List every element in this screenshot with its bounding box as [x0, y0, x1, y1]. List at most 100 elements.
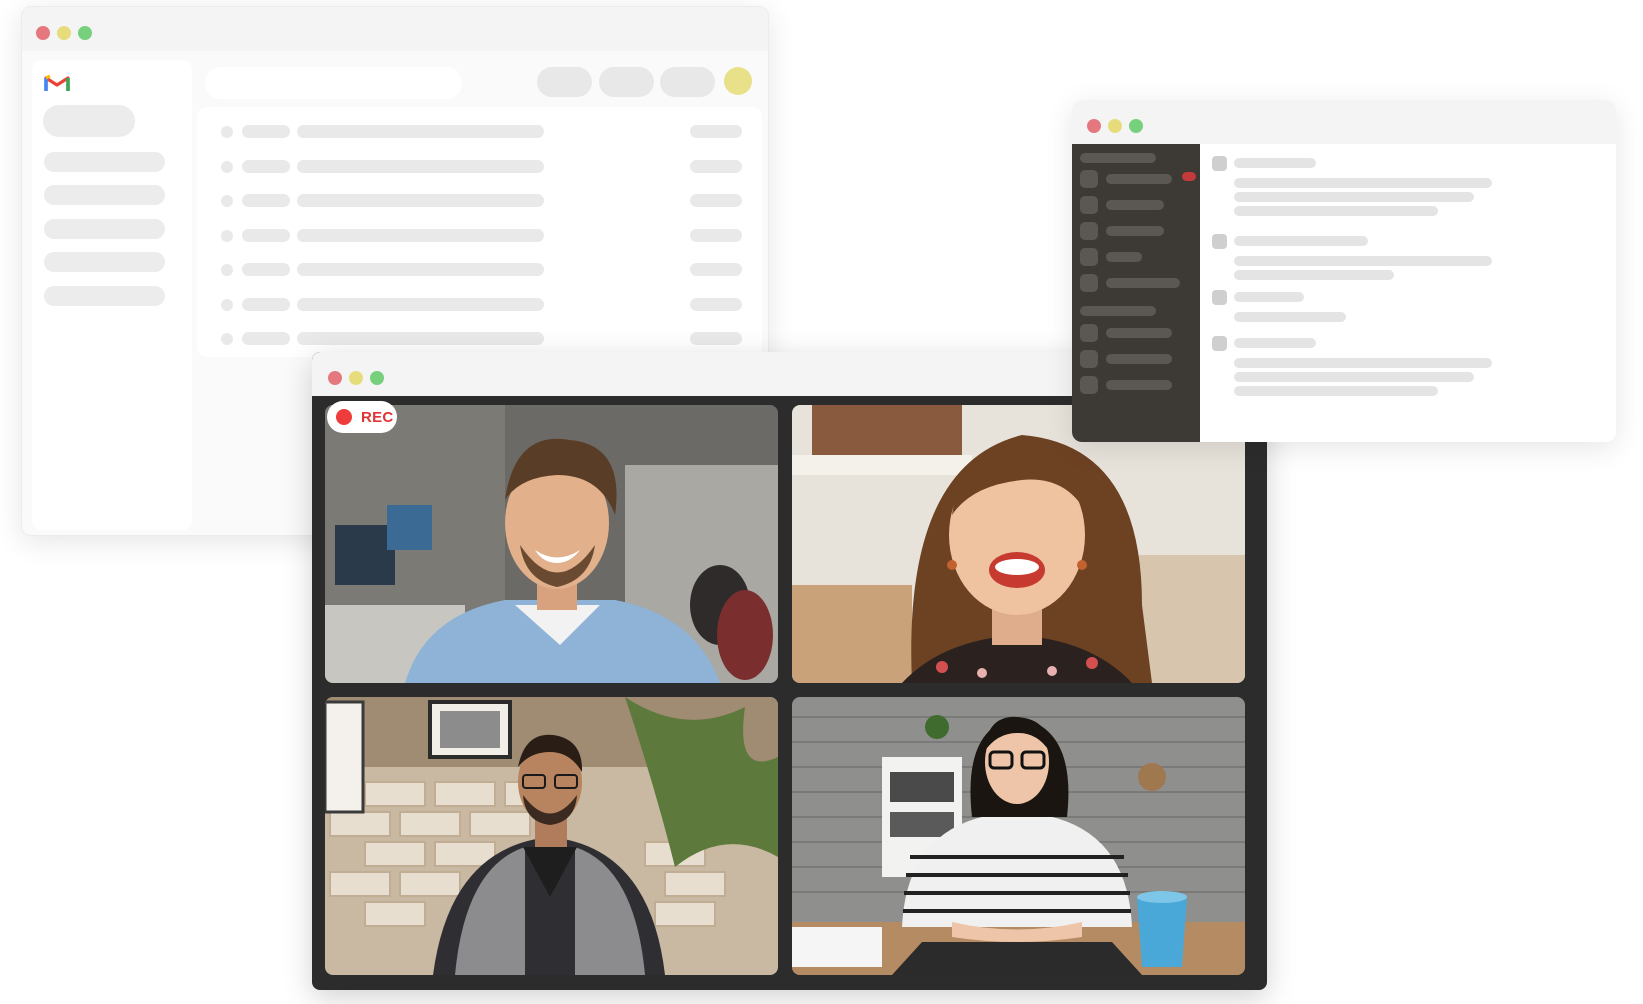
- chat-messages: [1200, 144, 1616, 442]
- email-sender: [242, 332, 290, 345]
- minimize-button[interactable]: [349, 371, 363, 385]
- email-row[interactable]: [212, 328, 752, 350]
- email-subject: [297, 263, 544, 276]
- recording-label: REC: [361, 408, 394, 426]
- participant-tile-4[interactable]: [792, 697, 1245, 975]
- email-row[interactable]: [212, 190, 752, 212]
- section-header: [1080, 306, 1156, 316]
- channel-icon: [1080, 170, 1098, 188]
- maximize-button[interactable]: [1129, 119, 1143, 133]
- minimize-button[interactable]: [57, 26, 71, 40]
- email-row[interactable]: [212, 156, 752, 178]
- email-sender: [242, 125, 290, 138]
- channel-icon: [1080, 248, 1098, 266]
- email-subject: [297, 194, 544, 207]
- email-date: [690, 332, 742, 345]
- gmail-logo-icon: [44, 73, 70, 98]
- email-date: [690, 297, 742, 311]
- message-line: [1234, 312, 1346, 322]
- checkbox-icon[interactable]: [221, 229, 233, 242]
- email-row[interactable]: [212, 121, 752, 143]
- close-button[interactable]: [328, 371, 342, 385]
- email-sender: [242, 297, 290, 311]
- message-author: [1234, 292, 1304, 302]
- dm-icon: [1080, 324, 1098, 342]
- message-line: [1234, 270, 1394, 280]
- dm-icon: [1080, 350, 1098, 368]
- recording-badge: REC: [327, 401, 397, 433]
- participant-tile-3[interactable]: [325, 697, 778, 975]
- close-button[interactable]: [36, 26, 50, 40]
- toolbar-button[interactable]: [537, 67, 592, 97]
- email-sender: [242, 194, 290, 207]
- email-row[interactable]: [212, 259, 752, 281]
- channel-item[interactable]: [1106, 200, 1164, 210]
- message-line: [1234, 372, 1474, 382]
- dm-icon: [1080, 376, 1098, 394]
- participant-video-1: [325, 405, 778, 683]
- channel-icon: [1080, 274, 1098, 292]
- chat-window: [1072, 100, 1616, 442]
- video-call-window: REC: [312, 352, 1267, 990]
- participant-tile-2[interactable]: [792, 405, 1245, 683]
- email-subject: [297, 125, 544, 138]
- checkbox-icon[interactable]: [221, 264, 233, 276]
- gmail-titlebar: [22, 7, 768, 51]
- message-line: [1234, 178, 1492, 188]
- email-sender: [242, 263, 290, 276]
- toolbar-button[interactable]: [660, 67, 715, 97]
- sidebar-item-starred[interactable]: [44, 185, 165, 205]
- dm-item[interactable]: [1106, 380, 1172, 390]
- participant-tile-1[interactable]: [325, 405, 778, 683]
- avatar: [1212, 336, 1227, 351]
- workspace-name: [1080, 153, 1156, 163]
- email-date: [690, 263, 742, 276]
- email-sender: [242, 228, 290, 242]
- channel-item[interactable]: [1106, 278, 1180, 288]
- dm-item[interactable]: [1106, 354, 1172, 364]
- toolbar-button[interactable]: [599, 67, 654, 97]
- dm-item[interactable]: [1106, 328, 1172, 338]
- avatar: [1212, 290, 1227, 305]
- checkbox-icon[interactable]: [221, 160, 233, 173]
- sidebar-item-sent[interactable]: [44, 252, 165, 272]
- checkbox-icon[interactable]: [221, 195, 233, 207]
- compose-button[interactable]: [43, 105, 135, 137]
- participant-video-4: [792, 697, 1245, 975]
- message-line: [1234, 256, 1492, 266]
- close-button[interactable]: [1087, 119, 1101, 133]
- message-author: [1234, 338, 1316, 348]
- channel-icon: [1080, 196, 1098, 214]
- avatar: [1212, 156, 1227, 171]
- checkbox-icon[interactable]: [221, 333, 233, 345]
- email-row[interactable]: [212, 225, 752, 247]
- minimize-button[interactable]: [1108, 119, 1122, 133]
- channel-item[interactable]: [1106, 226, 1164, 236]
- unread-badge: [1182, 172, 1196, 181]
- channel-icon: [1080, 222, 1098, 240]
- maximize-button[interactable]: [370, 371, 384, 385]
- email-row[interactable]: [212, 294, 752, 316]
- message-line: [1234, 386, 1438, 396]
- sidebar-item-inbox[interactable]: [44, 152, 165, 172]
- email-subject: [297, 297, 544, 311]
- maximize-button[interactable]: [78, 26, 92, 40]
- chat-sidebar: [1072, 144, 1200, 442]
- sidebar-item-drafts[interactable]: [44, 286, 165, 306]
- message-line: [1234, 358, 1492, 368]
- email-date: [690, 125, 742, 138]
- message-author: [1234, 236, 1368, 246]
- channel-item[interactable]: [1106, 174, 1172, 184]
- avatar[interactable]: [724, 67, 752, 95]
- participant-video-2: [792, 405, 1245, 683]
- email-date: [690, 159, 742, 173]
- checkbox-icon[interactable]: [221, 126, 233, 138]
- channel-item[interactable]: [1106, 252, 1142, 262]
- chat-titlebar: [1072, 100, 1616, 144]
- checkbox-icon[interactable]: [221, 298, 233, 311]
- record-dot-icon: [336, 409, 352, 425]
- search-input[interactable]: [205, 67, 462, 99]
- sidebar-item-snoozed[interactable]: [44, 219, 165, 239]
- email-subject: [297, 332, 544, 345]
- email-subject: [297, 159, 544, 173]
